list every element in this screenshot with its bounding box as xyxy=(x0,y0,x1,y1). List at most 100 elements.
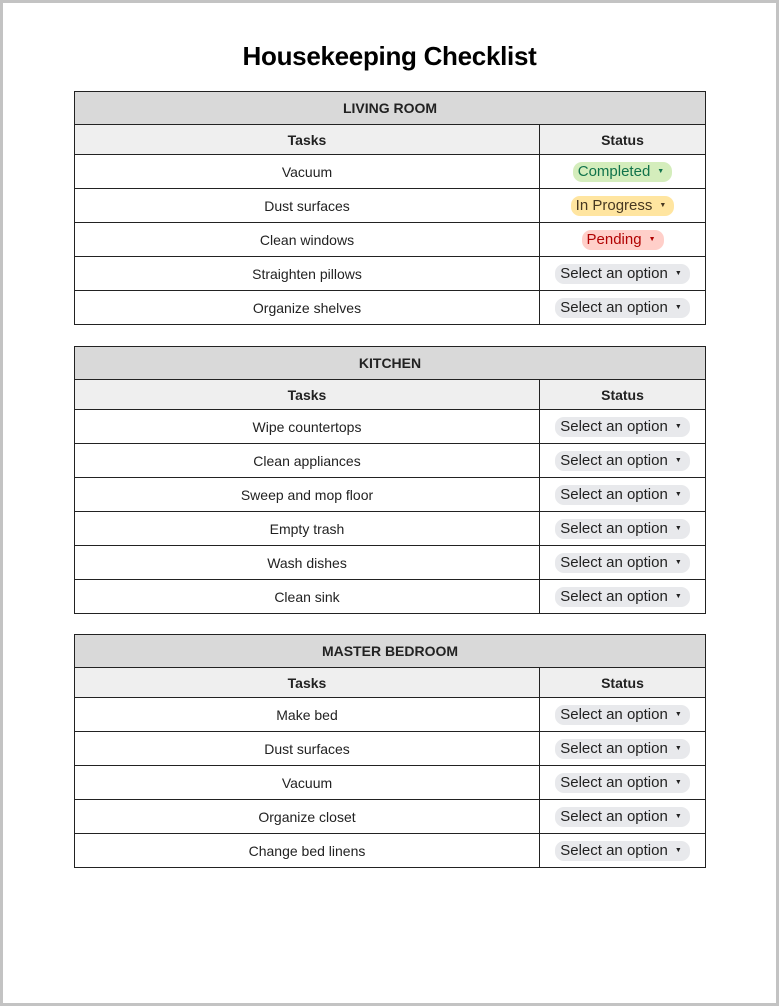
section-title: LIVING ROOM xyxy=(74,91,706,125)
caret-down-icon: ▼ xyxy=(674,558,682,566)
status-cell: Completed ▼ xyxy=(539,154,706,189)
table-row: Empty trash Select an option ▼ xyxy=(74,511,707,546)
status-dropdown[interactable]: Select an option ▼ xyxy=(555,552,690,573)
status-value: Select an option xyxy=(560,587,668,605)
task-name: Sweep and mop floor xyxy=(74,477,540,512)
caret-down-icon: ▼ xyxy=(674,592,682,600)
task-name: Straighten pillows xyxy=(74,256,540,291)
task-name: Wash dishes xyxy=(74,545,540,580)
status-value: Select an option xyxy=(560,417,668,435)
table-row: Dust surfaces Select an option ▼ xyxy=(74,731,706,766)
page-title: Housekeeping Checklist xyxy=(242,41,537,71)
status-cell: Select an option ▼ xyxy=(539,799,706,834)
table-row: Dust surfaces In Progress ▼ xyxy=(74,188,706,223)
caret-down-icon: ▼ xyxy=(674,490,682,498)
section-table-living-room: LIVING ROOM Tasks Status Vacuum Complete… xyxy=(74,91,706,325)
status-value: Select an option xyxy=(560,705,668,723)
task-name: Change bed linens xyxy=(74,833,540,868)
status-cell: Select an option ▼ xyxy=(539,765,706,800)
section-table-kitchen: KITCHEN Tasks Status Wipe countertops Se… xyxy=(73,346,707,614)
status-value: Select an option xyxy=(560,553,668,571)
task-name: Clean sink xyxy=(74,579,540,614)
status-dropdown[interactable]: In Progress ▼ xyxy=(570,195,675,216)
column-header-tasks: Tasks xyxy=(74,667,540,698)
status-cell: Select an option ▼ xyxy=(539,833,706,868)
status-cell: Pending ▼ xyxy=(539,222,706,257)
status-value: Select an option xyxy=(560,298,668,316)
table-row: Clean appliances Select an option ▼ xyxy=(74,443,707,478)
status-cell: Select an option ▼ xyxy=(538,443,707,478)
section-title: MASTER BEDROOM xyxy=(74,634,706,668)
table-row: Wash dishes Select an option ▼ xyxy=(74,545,707,580)
caret-down-icon: ▼ xyxy=(674,846,682,854)
caret-down-icon: ▼ xyxy=(674,778,682,786)
table-row: Clean sink Select an option ▼ xyxy=(74,579,707,614)
caret-down-icon: ▼ xyxy=(674,456,682,464)
status-value: Select an option xyxy=(560,264,668,282)
caret-down-icon: ▼ xyxy=(674,812,682,820)
status-dropdown[interactable]: Select an option ▼ xyxy=(555,586,690,607)
table-row: Organize shelves Select an option ▼ xyxy=(74,290,706,325)
status-dropdown[interactable]: Select an option ▼ xyxy=(555,738,690,759)
section-table-master-bedroom: MASTER BEDROOM Tasks Status Make bed Sel… xyxy=(74,634,706,868)
status-cell: Select an option ▼ xyxy=(539,256,706,291)
task-name: Organize shelves xyxy=(74,290,540,325)
task-name: Empty trash xyxy=(74,511,540,546)
status-dropdown[interactable]: Completed ▼ xyxy=(572,161,673,182)
document-page: Housekeeping Checklist LIVING ROOM Tasks… xyxy=(3,3,776,1003)
caret-down-icon: ▼ xyxy=(674,744,682,752)
task-name: Dust surfaces xyxy=(74,188,540,223)
status-dropdown[interactable]: Select an option ▼ xyxy=(555,806,690,827)
caret-down-icon: ▼ xyxy=(657,167,665,175)
caret-down-icon: ▼ xyxy=(674,303,682,311)
status-dropdown[interactable]: Select an option ▼ xyxy=(555,416,690,437)
status-cell: Select an option ▼ xyxy=(538,511,707,546)
table-row: Sweep and mop floor Select an option ▼ xyxy=(74,477,707,512)
status-dropdown[interactable]: Select an option ▼ xyxy=(555,772,690,793)
status-cell: Select an option ▼ xyxy=(538,409,707,444)
task-name: Dust surfaces xyxy=(74,731,540,766)
task-name: Vacuum xyxy=(74,765,540,800)
table-row: Clean windows Pending ▼ xyxy=(74,222,706,257)
status-value: Pending xyxy=(586,230,642,248)
status-value: Select an option xyxy=(560,485,668,503)
caret-down-icon: ▼ xyxy=(648,235,656,243)
caret-down-icon: ▼ xyxy=(674,524,682,532)
status-cell: In Progress ▼ xyxy=(539,188,706,223)
status-cell: Select an option ▼ xyxy=(538,477,707,512)
status-value: Select an option xyxy=(560,807,668,825)
status-value: Select an option xyxy=(560,519,668,537)
status-dropdown[interactable]: Select an option ▼ xyxy=(555,297,690,318)
status-dropdown[interactable]: Select an option ▼ xyxy=(555,450,690,471)
status-dropdown[interactable]: Select an option ▼ xyxy=(555,484,690,505)
task-name: Clean windows xyxy=(74,222,540,257)
status-value: Select an option xyxy=(560,841,668,859)
status-cell: Select an option ▼ xyxy=(539,697,706,732)
table-row: Vacuum Select an option ▼ xyxy=(74,765,706,800)
column-header-tasks: Tasks xyxy=(74,124,540,155)
caret-down-icon: ▼ xyxy=(659,201,667,209)
column-header-status: Status xyxy=(539,667,706,698)
status-dropdown[interactable]: Select an option ▼ xyxy=(555,840,690,861)
section-title: KITCHEN xyxy=(73,346,707,380)
status-cell: Select an option ▼ xyxy=(538,545,707,580)
caret-down-icon: ▼ xyxy=(674,710,682,718)
table-row: Organize closet Select an option ▼ xyxy=(74,799,706,834)
column-header-tasks: Tasks xyxy=(74,379,540,410)
caret-down-icon: ▼ xyxy=(674,422,682,430)
task-name: Vacuum xyxy=(74,154,540,189)
task-name: Wipe countertops xyxy=(74,409,540,444)
status-dropdown[interactable]: Select an option ▼ xyxy=(555,704,690,725)
status-value: Select an option xyxy=(560,773,668,791)
status-cell: Select an option ▼ xyxy=(538,579,707,614)
table-row: Straighten pillows Select an option ▼ xyxy=(74,256,706,291)
status-value: Select an option xyxy=(560,739,668,757)
task-name: Clean appliances xyxy=(74,443,540,478)
column-header-status: Status xyxy=(539,124,706,155)
status-dropdown[interactable]: Select an option ▼ xyxy=(555,518,690,539)
status-dropdown[interactable]: Select an option ▼ xyxy=(555,263,690,284)
status-dropdown[interactable]: Pending ▼ xyxy=(581,229,664,250)
task-name: Make bed xyxy=(74,697,540,732)
status-cell: Select an option ▼ xyxy=(539,731,706,766)
status-value: Select an option xyxy=(560,451,668,469)
